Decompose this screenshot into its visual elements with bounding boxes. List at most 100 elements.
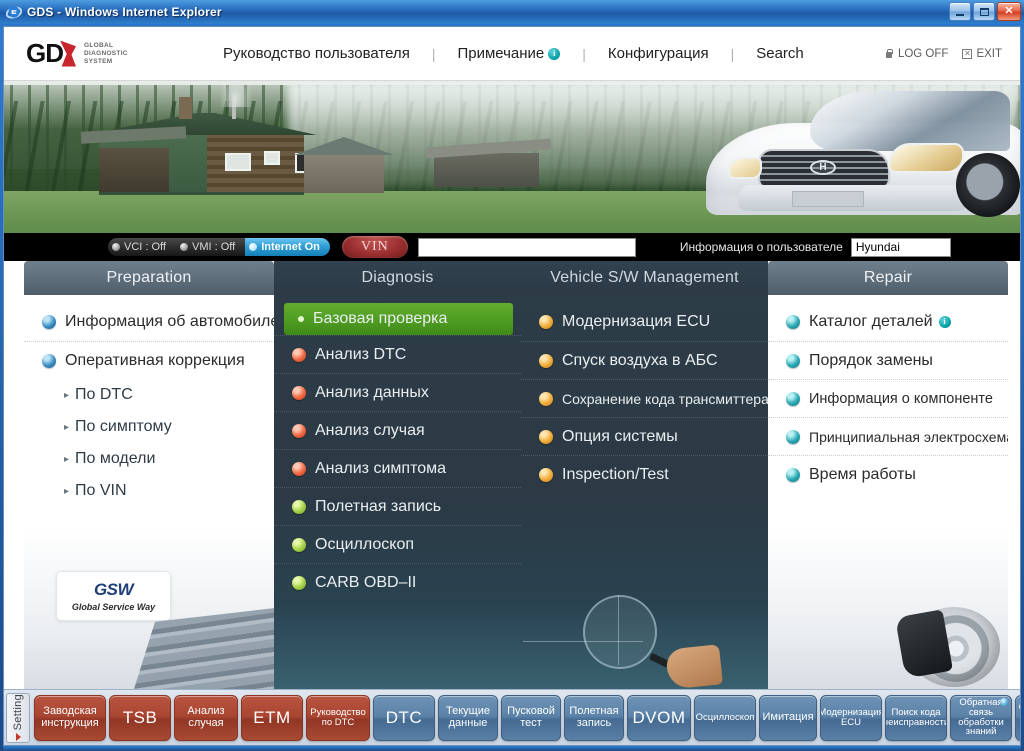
toolbar-button-заводская-инструкция[interactable]: Заводская инструкция <box>34 694 106 741</box>
vin-input[interactable] <box>417 237 636 257</box>
close-button[interactable]: ✕ <box>997 2 1021 21</box>
column-diagnosis: Diagnosis Базовая проверка Анализ DTC Ан… <box>274 261 521 689</box>
menu-item-wiring-diagram[interactable]: Принципиальная электросхема <box>768 417 1008 455</box>
status-led-icon <box>179 243 188 251</box>
vci-status-indicator[interactable]: VCI : Off <box>108 238 176 256</box>
menu-item-vehicle-information[interactable]: Информация об автомобиле i <box>24 303 274 341</box>
nav-item-configuration[interactable]: Конфигурация <box>604 45 713 62</box>
column-title-diagnosis: Diagnosis <box>274 261 521 295</box>
nav-item-note[interactable]: Примечание i <box>453 45 564 62</box>
toolbar-button-label: данные <box>448 716 488 729</box>
exit-button[interactable]: ✕ EXIT <box>962 48 1002 60</box>
menu-item-label: Анализ DTC <box>315 345 407 363</box>
toolbar-button-полетная-запись[interactable]: Полетная запись <box>564 694 624 741</box>
info-icon[interactable]: i <box>1000 697 1008 706</box>
menu-item-case-analysis[interactable]: Анализ случая <box>274 411 521 449</box>
menu-item-label: Сохранение кода трансмиттера <box>562 390 768 407</box>
menu-item-label: Анализ случая <box>315 421 425 439</box>
menu-item-component-information[interactable]: Информация о компоненте <box>768 379 1008 417</box>
toolbar-button-пусковой-тест[interactable]: Пусковой тест <box>501 694 561 741</box>
toolbar-button-label: Обновление <box>1019 702 1020 713</box>
column-body-repair: Каталог деталей i Порядок замены Информа… <box>768 295 1008 689</box>
toolbar-button-руководство-по-dtc[interactable]: Руководство по DTC <box>306 694 370 741</box>
vmi-status-label: VMI : Off <box>191 241 236 253</box>
menu-item-data-analysis[interactable]: Анализ данных <box>274 373 521 411</box>
column-body-diagnosis: Базовая проверка Анализ DTC Анализ данны… <box>274 295 521 689</box>
gds-logo-text: GD <box>26 38 64 68</box>
bullet-icon <box>292 575 306 590</box>
menu-item-by-vin[interactable]: ▸ По VIN <box>24 475 274 507</box>
setting-tab-button[interactable]: Setting <box>6 692 30 743</box>
bullet-icon <box>539 315 553 329</box>
menu-item-by-model[interactable]: ▸ По модели <box>24 443 274 475</box>
menu-item-replacement-procedure[interactable]: Порядок замены <box>768 341 1008 379</box>
toolbar-button-имитация[interactable]: Имитация <box>759 694 817 741</box>
bullet-icon <box>786 315 800 329</box>
menu-item-label: Базовая проверка <box>313 310 448 327</box>
toolbar-button-поиск-кода-неисправности[interactable]: Поиск кода неисправности <box>885 694 947 741</box>
toolbar-button-текущие-данные[interactable]: Текущие данные <box>438 694 498 741</box>
menu-item-system-option[interactable]: Опция системы <box>521 417 768 455</box>
user-info-input[interactable] <box>850 237 951 257</box>
bullet-icon <box>42 353 56 368</box>
column-title-vehicle-sw-management: Vehicle S/W Management <box>521 261 768 295</box>
maximize-button[interactable] <box>973 2 995 21</box>
toolbar-button-модернизация-ecu[interactable]: Модернизация ECU <box>820 694 882 741</box>
bottom-function-toolbar: Setting Заводская инструкция TSB Анализ случ… <box>4 689 1020 745</box>
info-icon[interactable]: i <box>938 316 951 328</box>
nav-item-search[interactable]: Search <box>752 45 808 62</box>
toolbar-button-label: DTC <box>385 707 423 727</box>
menu-item-by-symptom[interactable]: ▸ По симптому <box>24 411 274 443</box>
menu-item-oscilloscope[interactable]: Осциллоскоп <box>274 525 521 563</box>
menu-item-carb-obd-ii[interactable]: CARB OBD–II <box>274 563 521 601</box>
column-title-repair: Repair <box>768 261 1008 295</box>
toolbar-button-осциллоскоп[interactable]: Осциллоскоп <box>694 694 756 741</box>
menu-item-label: Информация об автомобиле <box>65 313 274 330</box>
menu-item-dtc-analysis[interactable]: Анализ DTC <box>274 335 521 373</box>
menu-item-label: Спуск воздуха в АБС <box>562 351 718 369</box>
menu-item-parts-catalog[interactable]: Каталог деталей i <box>768 303 1008 341</box>
log-off-button[interactable]: LOG OFF <box>885 48 948 60</box>
toolbar-button-обновление-из-интернета[interactable]: Обновлениеиз Интернетаi <box>1015 694 1020 741</box>
menu-item-label: Осциллоскоп <box>315 535 415 553</box>
toolbar-button-label: Осциллоскоп <box>695 711 755 723</box>
menu-item-basic-check[interactable]: Базовая проверка <box>284 303 513 335</box>
gds-logo: GD GLOBAL DIAGNOSTIC SYSTEM <box>4 38 219 69</box>
column-title-preparation: Preparation <box>24 261 274 295</box>
browser-client-area: GD GLOBAL DIAGNOSTIC SYSTEM Руководство … <box>3 26 1021 746</box>
menu-item-flight-record[interactable]: Полетная запись <box>274 487 521 525</box>
toolbar-button-анализ-случая[interactable]: Анализ случая <box>174 694 238 741</box>
menu-item-abs-air-bleeding[interactable]: Спуск воздуха в АБС <box>521 341 768 379</box>
vmi-status-indicator[interactable]: VMI : Off <box>175 238 246 256</box>
minimize-button[interactable] <box>949 2 971 21</box>
toolbar-button-dtc[interactable]: DTC <box>373 694 435 741</box>
info-icon[interactable]: i <box>548 47 561 60</box>
toolbar-button-label: тест <box>520 716 542 729</box>
window-title: GDS - Windows Internet Explorer <box>27 5 222 19</box>
toolbar-button-etm[interactable]: ETM <box>241 694 303 741</box>
menu-item-symptom-analysis[interactable]: Анализ симптома <box>274 449 521 487</box>
menu-item-transmitter-code-saving[interactable]: Сохранение кода трансмиттера <box>521 379 768 417</box>
menu-item-operational-correction[interactable]: Оперативная коррекция <box>24 341 274 379</box>
toolbar-button-label: по DTC <box>321 716 355 728</box>
internet-status-indicator[interactable]: Internet On <box>245 238 330 256</box>
nav-item-user-manual[interactable]: Руководство пользователя <box>219 45 414 62</box>
gsw-subtitle: Global Service Way <box>71 602 156 612</box>
menu-item-by-dtc[interactable]: ▸ По DTC <box>24 379 274 411</box>
menu-item-ecu-upgrade[interactable]: Модернизация ECU <box>521 303 768 341</box>
column-preparation: Preparation Информация об автомобиле i О… <box>24 261 274 689</box>
bullet-icon <box>292 347 306 362</box>
toolbar-button-label: Анализ <box>187 704 225 717</box>
toolbar-button-label: Имитация <box>762 710 814 723</box>
menu-item-inspection-test[interactable]: Inspection/Test <box>521 455 768 493</box>
bullet-icon <box>292 461 306 476</box>
menu-item-label: Полетная запись <box>315 497 442 515</box>
banner-secondary-cabin <box>294 137 394 193</box>
nav-separator: | <box>730 45 735 62</box>
toolbar-button-dvom[interactable]: DVOM <box>627 694 691 741</box>
gds-header: GD GLOBAL DIAGNOSTIC SYSTEM Руководство … <box>4 27 1020 81</box>
toolbar-button-обратная-связь-обработки-знаний[interactable]: Обратная связь обработки знаний i <box>950 694 1012 741</box>
menu-item-labor-time[interactable]: Время работы <box>768 455 1008 493</box>
toolbar-button-tsb[interactable]: TSB <box>109 694 171 741</box>
vin-button[interactable]: VIN <box>341 236 408 258</box>
